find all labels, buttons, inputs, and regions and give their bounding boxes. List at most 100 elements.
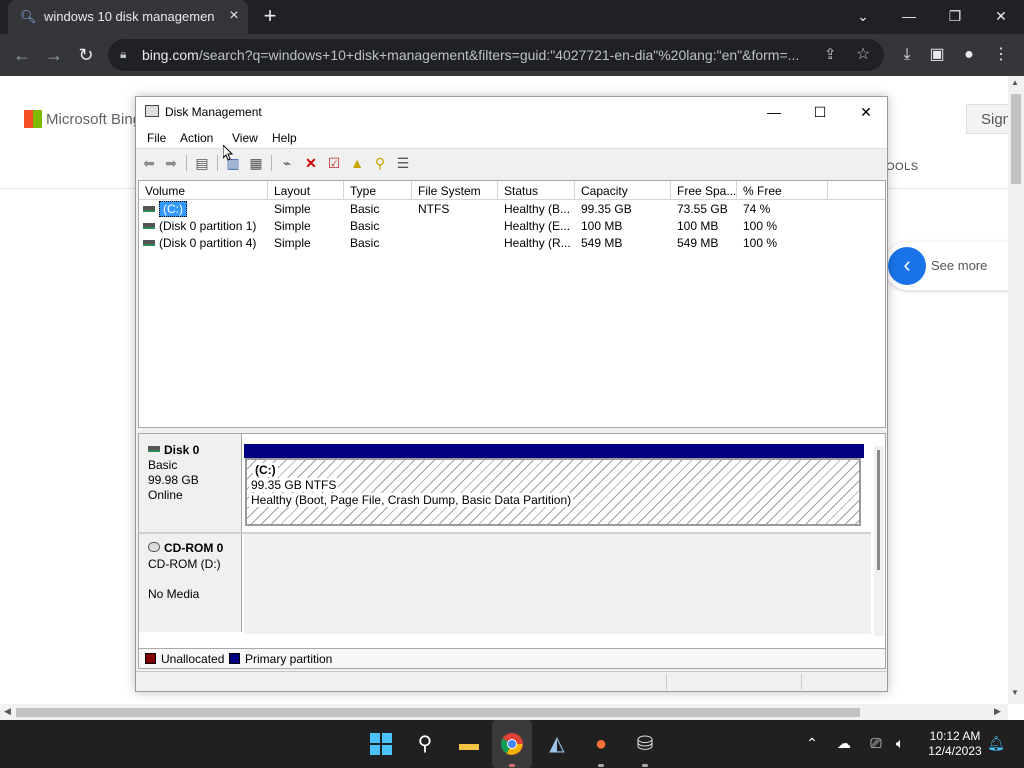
- search-icon[interactable]: ⚲: [410, 729, 440, 759]
- connect-icon[interactable]: ⌁: [278, 154, 296, 172]
- partition-c[interactable]: (C:) 99.35 GB NTFS Healthy (Boot, Page F…: [245, 458, 861, 526]
- page-horizontal-scrollbar[interactable]: ◀ ▶: [0, 704, 1008, 720]
- restore-button[interactable]: ❐: [940, 4, 970, 28]
- chevron-left-icon: ‹: [888, 247, 926, 285]
- minimize-button[interactable]: —: [894, 4, 924, 28]
- volume-row[interactable]: (Disk 0 partition 1) Simple Basic Health…: [139, 218, 885, 235]
- notification-bell-icon[interactable]: 🔔︎: [986, 733, 1006, 753]
- start-button[interactable]: [366, 729, 396, 759]
- scroll-down-icon[interactable]: ▼: [1011, 688, 1019, 697]
- disk-0-label[interactable]: Disk 0 Basic 99.98 GB Online: [139, 434, 242, 532]
- share-icon[interactable]: ⇪: [824, 45, 844, 63]
- volume-name: (Disk 0 partition 4): [159, 236, 257, 250]
- column-layout[interactable]: Layout: [268, 181, 344, 200]
- column-free-space[interactable]: Free Spa...: [671, 181, 737, 200]
- disk-0-size: 99.98 GB: [148, 473, 199, 487]
- check-icon[interactable]: ☑: [325, 154, 343, 172]
- volume-name: (C:): [159, 201, 187, 217]
- disk-management-icon: [145, 105, 159, 117]
- search-icon[interactable]: ⚲: [371, 154, 389, 172]
- close-window-button[interactable]: ✕: [986, 4, 1016, 28]
- see-more-button[interactable]: ‹ See more: [884, 242, 1010, 290]
- disk-management-icon[interactable]: ⛁: [630, 729, 660, 759]
- running-indicator: [642, 764, 648, 767]
- console-tree-icon[interactable]: ▤: [193, 154, 211, 172]
- toolbar: ⬅ ➡ ▤ ▥ ▦ ⌁ ✕ ☑ ▲ ⚲ ☰: [136, 149, 887, 177]
- close-tab-button[interactable]: ×: [226, 7, 242, 25]
- running-indicator: [598, 764, 604, 767]
- status-separator: [666, 674, 667, 690]
- chevron-up-icon[interactable]: ⌃: [802, 733, 822, 753]
- close-button[interactable]: ✕: [846, 101, 886, 123]
- file-explorer-icon[interactable]: ▬: [454, 729, 484, 759]
- back-icon[interactable]: ←: [10, 43, 34, 67]
- volume-capacity: 100 MB: [581, 219, 623, 233]
- status-bar: [136, 671, 887, 691]
- forward-icon[interactable]: ➡: [162, 154, 180, 172]
- search-icon: 🔍︎: [20, 9, 37, 24]
- browser-tab[interactable]: 🔍︎ windows 10 disk management - ×: [8, 0, 248, 34]
- tools-tab[interactable]: OOLS: [886, 161, 919, 173]
- column-status[interactable]: Status: [498, 181, 575, 200]
- volume-muted-icon[interactable]: 🔈︎: [890, 733, 910, 753]
- volume-row[interactable]: (Disk 0 partition 4) Simple Basic Health…: [139, 235, 885, 252]
- list-view-icon[interactable]: ☰: [394, 154, 412, 172]
- open-folder-icon[interactable]: ▲: [348, 154, 366, 172]
- graphical-view-scrollbar[interactable]: [874, 446, 884, 636]
- volume-capacity: 549 MB: [581, 236, 623, 250]
- address-bar[interactable]: 🔒︎ bing.com/search?q=windows+10+disk+man…: [108, 39, 884, 71]
- column-type[interactable]: Type: [344, 181, 412, 200]
- scroll-up-icon[interactable]: ▲: [1011, 78, 1019, 87]
- clock[interactable]: 10:12 AM 12/4/2023: [918, 729, 992, 759]
- maximize-button[interactable]: ☐: [800, 101, 840, 123]
- back-icon[interactable]: ⬅: [140, 154, 158, 172]
- firefox-icon[interactable]: ●: [586, 729, 616, 759]
- menu-view[interactable]: View: [232, 131, 258, 145]
- chrome-icon[interactable]: [497, 729, 527, 759]
- profile-icon[interactable]: ●: [958, 44, 980, 66]
- menu-action[interactable]: Action: [180, 131, 213, 145]
- page-vertical-scrollbar[interactable]: ▲ ▼: [1008, 76, 1024, 704]
- minimize-button[interactable]: —: [754, 101, 794, 123]
- menu-file[interactable]: File: [147, 131, 166, 145]
- column-volume[interactable]: Volume: [139, 181, 268, 200]
- download-icon[interactable]: ⤓: [896, 44, 918, 66]
- scrollbar-thumb[interactable]: [1011, 94, 1021, 184]
- delete-icon[interactable]: ✕: [302, 154, 320, 172]
- status-separator: [801, 674, 802, 690]
- title-bar[interactable]: Disk Management — ☐ ✕: [136, 97, 887, 127]
- unallocated-swatch: [145, 653, 156, 664]
- scrollbar-thumb[interactable]: [877, 450, 880, 570]
- menu-help[interactable]: Help: [272, 131, 297, 145]
- bing-logo[interactable]: Microsoft Bing: [24, 110, 141, 128]
- volume-row[interactable]: (C:) Simple Basic NTFS Healthy (B... 99.…: [139, 201, 885, 218]
- new-tab-button[interactable]: +: [258, 4, 282, 28]
- url-text: bing.com/search?q=windows+10+disk+manage…: [142, 47, 800, 63]
- tab-search-button[interactable]: ⌄: [848, 4, 878, 28]
- cdrom-0-label[interactable]: CD-ROM 0 CD-ROM (D:) No Media: [139, 534, 242, 632]
- network-icon[interactable]: ⎚: [866, 733, 886, 753]
- cloud-offline-icon[interactable]: ☁: [834, 733, 854, 753]
- cdrom-0-drive: CD-ROM (D:): [148, 557, 221, 571]
- scrollbar-thumb[interactable]: [16, 708, 860, 717]
- menu-dots-icon[interactable]: ⋮: [990, 44, 1012, 66]
- scroll-right-icon[interactable]: ▶: [994, 706, 1001, 717]
- partition-status: Healthy (Boot, Page File, Crash Dump, Ba…: [249, 493, 574, 507]
- forward-icon[interactable]: →: [42, 43, 66, 67]
- cdrom-0-area[interactable]: [244, 534, 871, 634]
- column-blank: [828, 181, 885, 200]
- clock-time: 10:12 AM: [929, 729, 981, 743]
- disk-0-name: Disk 0: [148, 443, 199, 457]
- side-panel-icon[interactable]: ▣: [926, 44, 948, 66]
- column-file-system[interactable]: File System: [412, 181, 498, 200]
- performance-monitor-icon[interactable]: ◭: [542, 729, 572, 759]
- reload-icon[interactable]: ↻: [74, 43, 98, 67]
- volume-layout: Simple: [274, 202, 311, 216]
- properties-icon[interactable]: ▦: [247, 154, 265, 172]
- scroll-left-icon[interactable]: ◀: [4, 706, 11, 717]
- column-percent-free[interactable]: % Free: [737, 181, 828, 200]
- volume-list: Volume Layout Type File System Status Ca…: [138, 180, 886, 428]
- bookmark-star-icon[interactable]: ☆: [856, 44, 876, 64]
- volume-status: Healthy (E...: [504, 219, 571, 233]
- column-capacity[interactable]: Capacity: [575, 181, 671, 200]
